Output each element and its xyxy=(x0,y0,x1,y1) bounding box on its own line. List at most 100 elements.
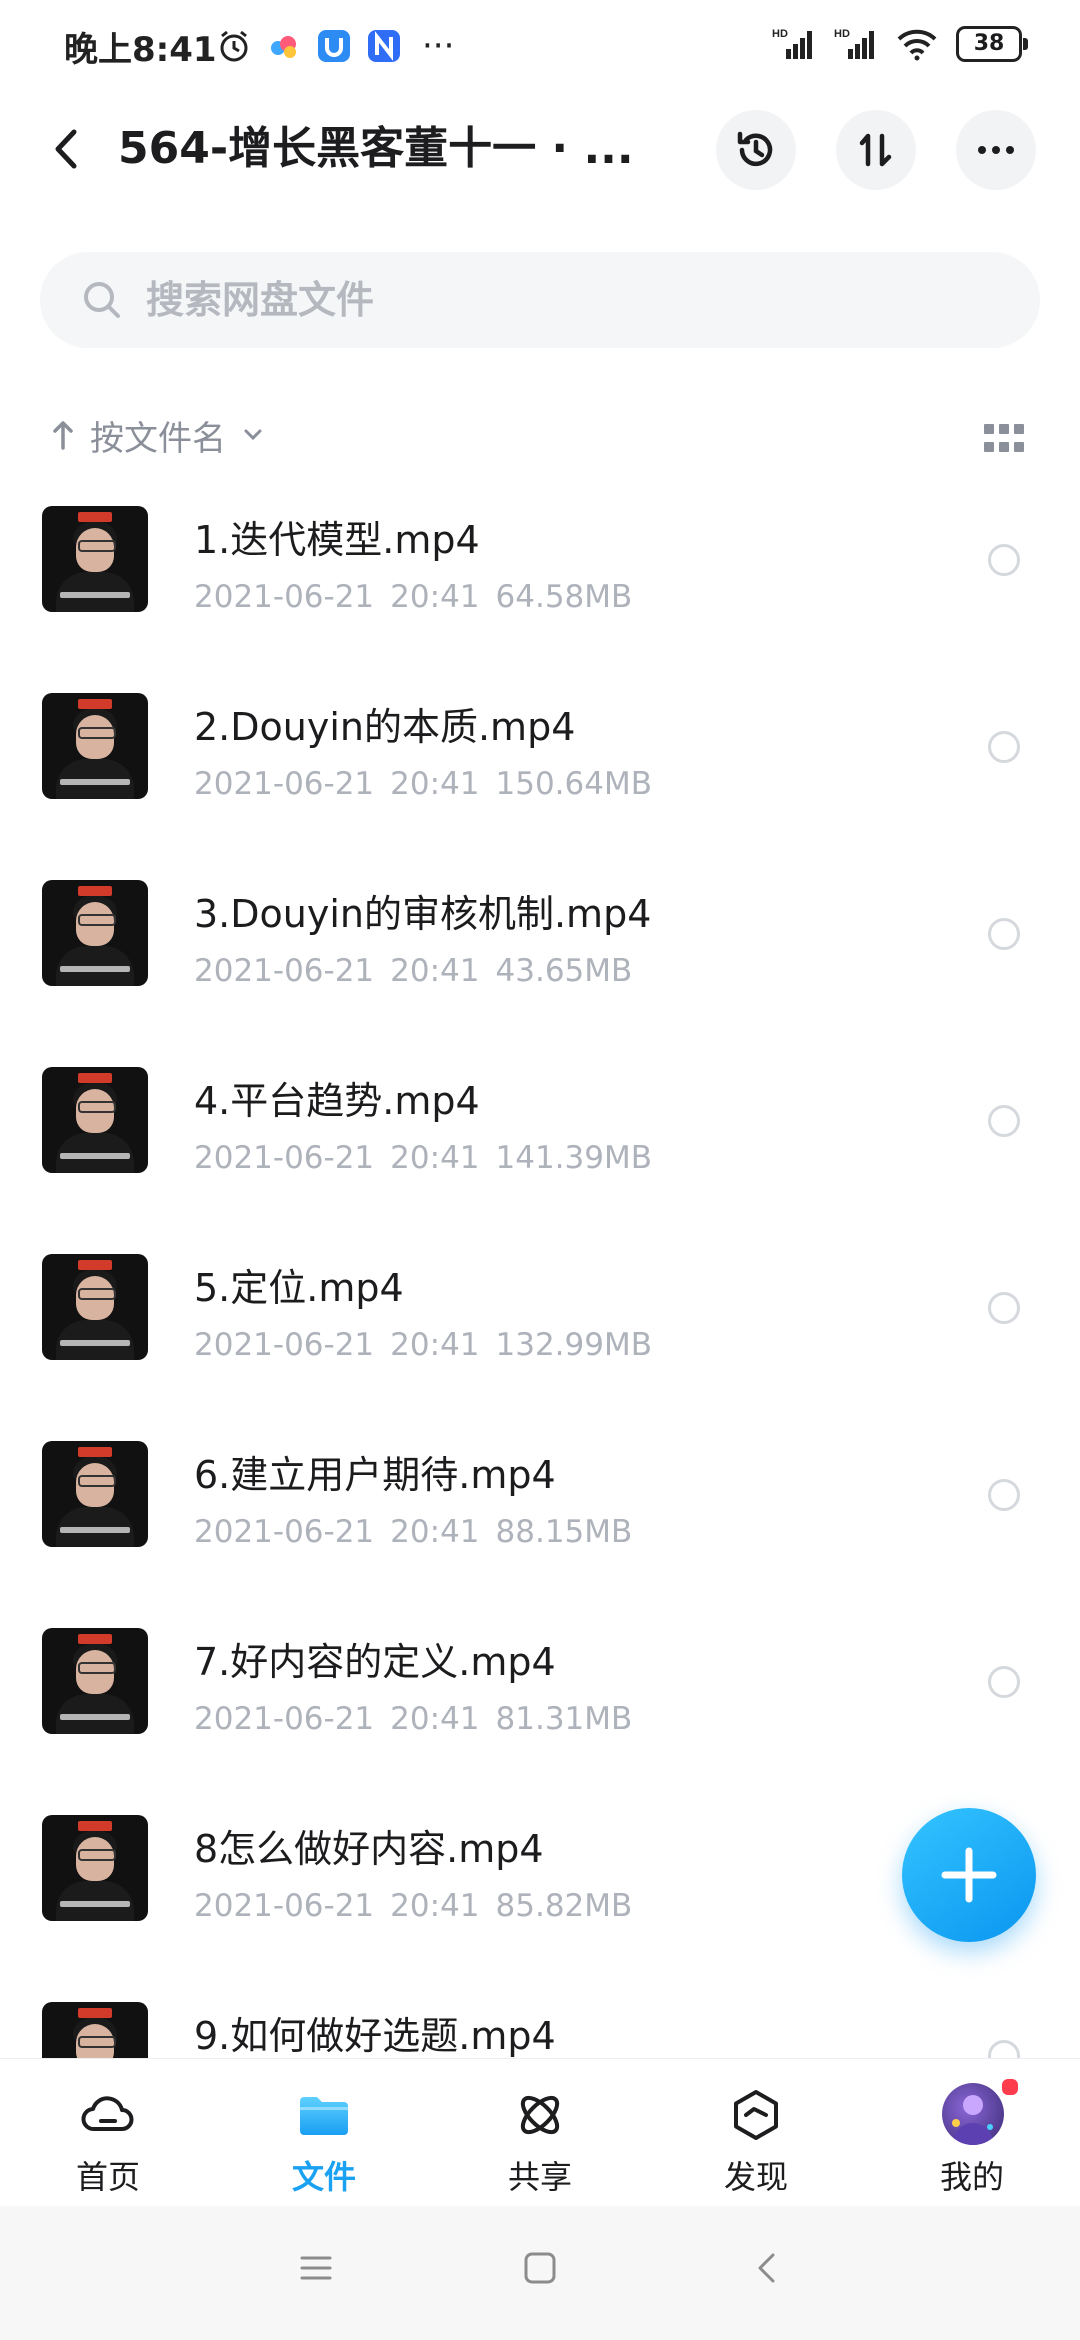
file-row[interactable]: 1.迭代模型.mp4 2021-06-21 20:41 64.58MB xyxy=(0,480,1080,667)
tab-mine[interactable]: 我的 xyxy=(864,2059,1080,2207)
tab-discover[interactable]: 发现 xyxy=(648,2059,864,2207)
file-name: 5.定位.mp4 xyxy=(194,1266,404,1310)
notification-badge xyxy=(1000,2077,1020,2097)
sort-order-button[interactable] xyxy=(836,110,916,190)
tab-home[interactable]: 首页 xyxy=(0,2059,216,2207)
signal-icon: HD xyxy=(772,28,812,59)
file-date: 2021-06-21 xyxy=(194,1701,375,1737)
file-time: 20:41 xyxy=(390,579,480,615)
file-time: 20:41 xyxy=(390,766,480,802)
page-title: 564-增长黑客董十一 · ... xyxy=(118,123,634,174)
file-meta: 2021-06-21 20:41 43.65MB xyxy=(194,952,632,990)
tab-share[interactable]: 共享 xyxy=(432,2059,648,2207)
file-name: 1.迭代模型.mp4 xyxy=(194,518,480,562)
file-name: 9.如何做好选题.mp4 xyxy=(194,2014,556,2058)
file-row[interactable]: 5.定位.mp4 2021-06-21 20:41 132.99MB xyxy=(0,1228,1080,1415)
video-thumbnail xyxy=(42,1441,148,1547)
select-checkbox[interactable] xyxy=(988,1479,1020,1511)
file-row[interactable]: 4.平台趋势.mp4 2021-06-21 20:41 141.39MB xyxy=(0,1041,1080,1228)
file-name: 3.Douyin的审核机制.mp4 xyxy=(194,892,652,936)
discover-icon xyxy=(734,2090,778,2140)
svg-text:HD: HD xyxy=(772,28,788,40)
grid-view-toggle[interactable] xyxy=(984,424,1024,454)
status-system-icons: HD HD 38 xyxy=(772,26,1028,62)
system-back-icon[interactable] xyxy=(748,2248,788,2288)
status-bar: 晚上8:41 ··· HD HD 38 xyxy=(0,0,1080,96)
video-thumbnail xyxy=(42,506,148,612)
tab-files[interactable]: 文件 xyxy=(216,2059,432,2207)
file-row[interactable]: 7.好内容的定义.mp4 2021-06-21 20:41 81.31MB xyxy=(0,1602,1080,1789)
share-atom-icon xyxy=(520,2095,560,2135)
file-time: 20:41 xyxy=(390,1701,480,1737)
plus-icon xyxy=(941,1847,997,1903)
grid-icon xyxy=(984,424,994,434)
menu-icon[interactable] xyxy=(296,2248,336,2288)
video-thumbnail xyxy=(42,1815,148,1921)
select-checkbox[interactable] xyxy=(988,918,1020,950)
file-row[interactable]: 2.Douyin的本质.mp4 2021-06-21 20:41 150.64MB xyxy=(0,667,1080,854)
file-row[interactable]: 3.Douyin的审核机制.mp4 2021-06-21 20:41 43.65MB xyxy=(0,854,1080,1041)
file-time: 20:41 xyxy=(390,1327,480,1363)
search-icon xyxy=(84,282,120,318)
svg-text:HD: HD xyxy=(834,28,850,40)
more-notifications-icon: ··· xyxy=(422,26,455,66)
file-meta: 2021-06-21 20:41 150.64MB xyxy=(194,765,652,803)
select-checkbox[interactable] xyxy=(988,2040,1020,2058)
file-time: 20:41 xyxy=(390,953,480,989)
app-u-icon xyxy=(318,30,350,62)
file-size: 141.39MB xyxy=(495,1140,652,1176)
file-size: 81.31MB xyxy=(495,1701,633,1737)
cloud-app-icon xyxy=(271,36,296,58)
history-button[interactable] xyxy=(716,110,796,190)
signal-icon-2: HD xyxy=(834,28,874,59)
avatar xyxy=(942,2083,1004,2145)
search-input[interactable]: 搜索网盘文件 xyxy=(40,252,1040,348)
file-name: 4.平台趋势.mp4 xyxy=(194,1079,480,1123)
file-meta: 2021-06-21 20:41 88.15MB xyxy=(194,1513,632,1551)
system-navigation-bar xyxy=(0,2206,1080,2340)
battery-icon: 38 xyxy=(956,26,1028,62)
file-date: 2021-06-21 xyxy=(194,1140,375,1176)
add-button[interactable] xyxy=(902,1808,1036,1942)
more-icon xyxy=(978,146,1014,154)
back-arrow-icon xyxy=(55,129,77,169)
file-name: 7.好内容的定义.mp4 xyxy=(194,1640,556,1684)
video-thumbnail xyxy=(42,1254,148,1360)
file-name: 6.建立用户期待.mp4 xyxy=(194,1453,556,1497)
file-time: 20:41 xyxy=(390,1514,480,1550)
bottom-tab-bar: 首页 文件 共享 发现 我的 xyxy=(0,2058,1080,2207)
video-thumbnail xyxy=(42,693,148,799)
status-time: 晚上8:41 xyxy=(64,30,217,70)
file-row[interactable]: 6.建立用户期待.mp4 2021-06-21 20:41 88.15MB xyxy=(0,1415,1080,1602)
file-row[interactable]: 9.如何做好选题.mp4 xyxy=(0,1976,1080,2058)
status-notification-icons: ··· xyxy=(216,28,454,64)
sort-ascending-icon xyxy=(53,421,73,450)
video-thumbnail xyxy=(42,2002,148,2058)
tab-discover-label: 发现 xyxy=(723,2158,788,2196)
back-button[interactable] xyxy=(40,118,96,180)
sort-label: 按文件名 xyxy=(90,418,226,459)
file-meta: 2021-06-21 20:41 81.31MB xyxy=(194,1700,632,1738)
file-size: 132.99MB xyxy=(495,1327,652,1363)
wifi-icon xyxy=(897,29,937,61)
file-date: 2021-06-21 xyxy=(194,1888,375,1924)
history-icon xyxy=(737,131,773,167)
select-checkbox[interactable] xyxy=(988,1105,1020,1137)
select-checkbox[interactable] xyxy=(988,1292,1020,1324)
file-meta: 2021-06-21 20:41 85.82MB xyxy=(194,1887,632,1925)
more-options-button[interactable] xyxy=(956,110,1036,190)
home-square-icon[interactable] xyxy=(520,2248,560,2288)
cloud-home-icon xyxy=(81,2096,134,2131)
avatar-image xyxy=(952,2095,994,2145)
alarm-icon xyxy=(220,30,248,62)
select-checkbox[interactable] xyxy=(988,1666,1020,1698)
file-size: 150.64MB xyxy=(495,766,652,802)
video-thumbnail xyxy=(42,1067,148,1173)
file-name: 2.Douyin的本质.mp4 xyxy=(194,705,576,749)
file-date: 2021-06-21 xyxy=(194,1327,375,1363)
select-checkbox[interactable] xyxy=(988,731,1020,763)
file-meta: 2021-06-21 20:41 141.39MB xyxy=(194,1139,652,1177)
sort-selector[interactable]: 按文件名 xyxy=(50,410,266,460)
file-date: 2021-06-21 xyxy=(194,579,375,615)
select-checkbox[interactable] xyxy=(988,544,1020,576)
